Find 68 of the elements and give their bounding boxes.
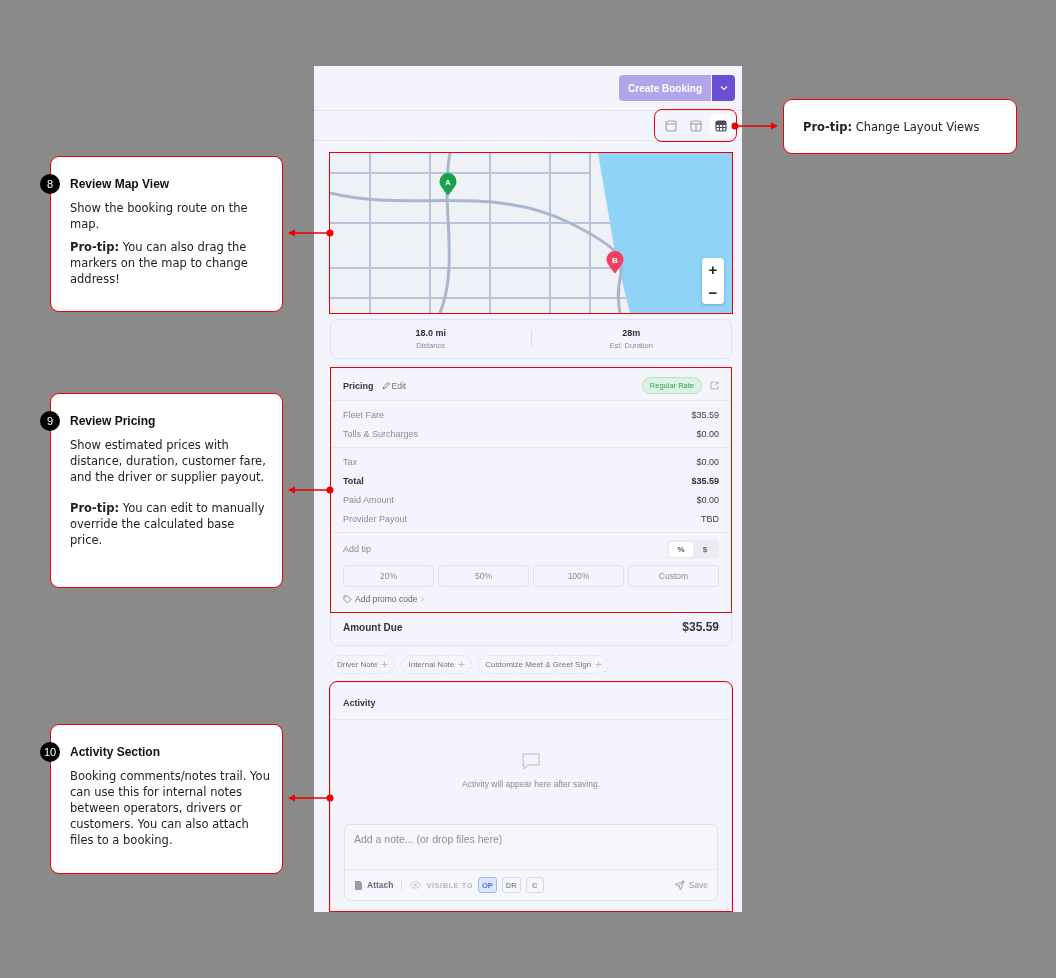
callout-title: Review Map View: [70, 177, 171, 191]
tip-label: Add tip: [343, 544, 372, 554]
price-value: $0.00: [696, 494, 719, 505]
step-number-badge: 8: [40, 174, 60, 194]
callout-text: Show the booking route on the map.: [70, 200, 249, 232]
callout-text: Pro-tip: You can also drag the markers on the map to change address!: [70, 239, 249, 287]
price-label: Provider Payout: [343, 513, 408, 524]
dropdown-button[interactable]: [712, 75, 735, 101]
map-pin-marker[interactable]: B: [606, 251, 624, 274]
plus-icon: [381, 661, 389, 668]
chevron-icon: [420, 596, 426, 602]
connector-arrow: [288, 229, 334, 237]
price-value: $0.00: [696, 428, 719, 439]
table-layout-icon: [714, 119, 727, 132]
empty-state-text: Activity will appear here after saving.: [462, 779, 600, 789]
callout-title: Activity Section: [70, 745, 162, 759]
tag-icon: [343, 594, 352, 604]
document-icon: [354, 879, 363, 891]
promo-code-link[interactable]: Add promo code: [343, 594, 426, 604]
tip-option-button[interactable]: 20%: [343, 565, 434, 587]
price-label: Tolls & Surcharges: [343, 428, 419, 439]
stat-value: 18.0 mi: [415, 328, 446, 338]
step-number-badge: 10: [40, 742, 60, 762]
amount-due-label: Amount Due: [343, 621, 403, 633]
tip-option-button[interactable]: 100%: [533, 565, 624, 587]
price-value: $35.59: [691, 475, 719, 486]
tip-mode-option[interactable]: %: [669, 541, 693, 557]
caret-icon: [719, 85, 728, 91]
price-value: $35.59: [691, 409, 719, 420]
price-label: Paid Amount: [343, 494, 395, 505]
tip-mode-option[interactable]: $: [693, 541, 717, 557]
tip-option-button[interactable]: Custom: [628, 565, 719, 587]
callout-text: Pro-tip: Change Layout Views: [803, 118, 981, 135]
price-label: Fleet Fare: [343, 409, 384, 420]
connector-arrow: [288, 794, 334, 802]
section-title: Activity: [343, 698, 376, 708]
two-column-layout-icon: [689, 119, 702, 132]
price-label: Total: [343, 475, 364, 486]
table-layout-button[interactable]: [710, 115, 731, 136]
zoom-button[interactable]: +: [702, 258, 724, 281]
callout-text: Pro-tip: You can edit to manually override the calculated base price.: [70, 500, 266, 548]
callout-text: Show estimated prices with distance, duration, customer fare, and the driver or supplier payout.: [70, 437, 267, 485]
step-number-badge: 9: [40, 411, 60, 431]
stat-value: 28m: [622, 328, 641, 338]
callout-text: Booking comments/notes trail. You can use this for internal notes between operators, drivers or customers. You can also attach files to a booking.: [70, 768, 270, 848]
zoom-button[interactable]: −: [702, 281, 724, 304]
single-panel-layout-icon: [664, 119, 677, 132]
callout-title: Review Pricing: [70, 414, 157, 428]
price-label: Tax: [343, 456, 357, 467]
save-button[interactable]: Save: [673, 879, 708, 891]
attach-button[interactable]: Attach: [354, 879, 394, 891]
speech-bubble-icon: [521, 752, 541, 771]
eye-icon: [410, 881, 422, 889]
send-icon: [673, 879, 685, 891]
section-title: Pricing: [343, 380, 374, 391]
plus-icon: [458, 661, 466, 668]
edit-button[interactable]: Edit: [381, 380, 407, 391]
tip-option-button[interactable]: 50%: [438, 565, 529, 587]
amount-due-value: $35.59: [682, 620, 719, 634]
connector-arrow: [731, 122, 778, 130]
note-input-field[interactable]: Add a note... (or drop files here): [345, 825, 717, 870]
connector-arrow: [288, 486, 334, 494]
external-link-icon[interactable]: [710, 381, 719, 390]
pencil-icon: [381, 381, 390, 390]
map-pin-marker[interactable]: A: [439, 173, 457, 196]
plus-icon: [595, 661, 603, 668]
price-value: $0.00: [696, 456, 719, 467]
price-value: TBD: [701, 513, 719, 524]
